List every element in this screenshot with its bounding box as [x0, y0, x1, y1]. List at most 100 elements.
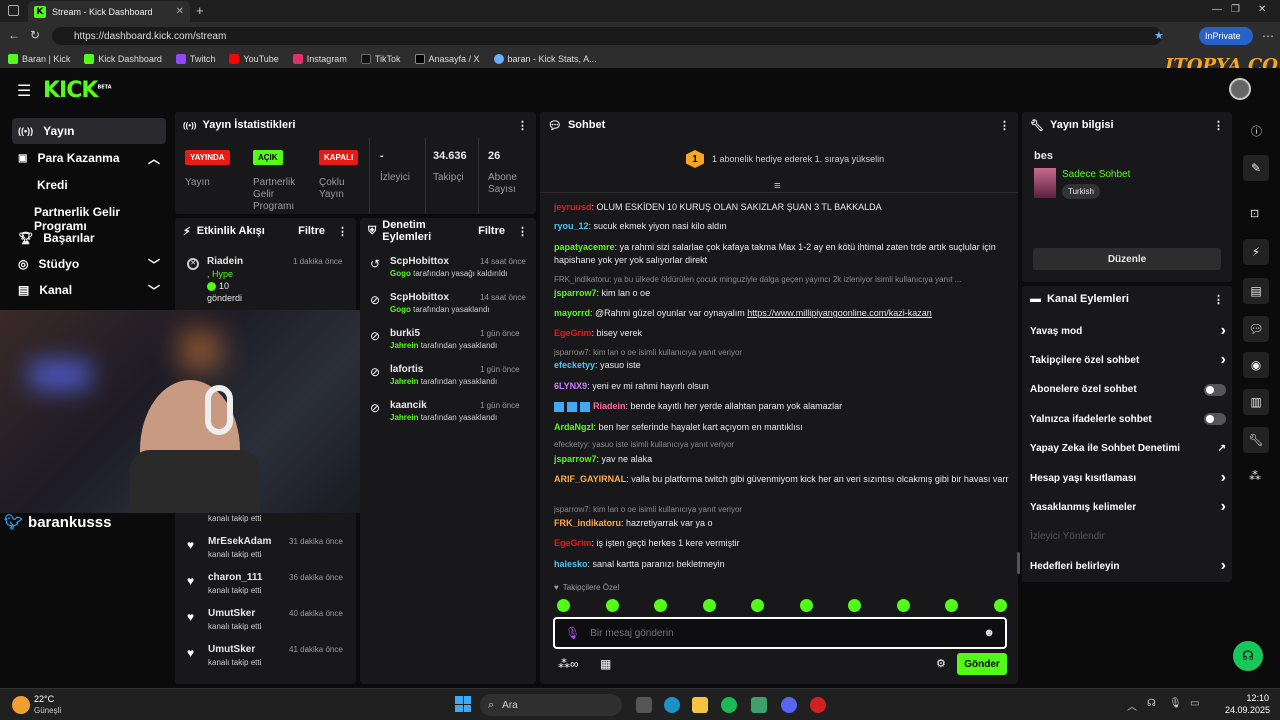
chat-username[interactable]: jsparrow7 — [554, 454, 597, 464]
moderated-user[interactable]: ScpHobittox — [390, 292, 449, 303]
more-menu-icon[interactable]: ⋯ — [1262, 29, 1274, 43]
tab-close-icon[interactable]: ✕ — [176, 6, 184, 17]
sidebar-item-yayin[interactable]: ((•)) Yayın — [12, 118, 166, 144]
bookmark-item[interactable]: Kick Dashboard — [84, 54, 162, 64]
emoji-icon[interactable]: ☻ — [983, 627, 995, 639]
chat-username[interactable]: jsparrow7 — [554, 288, 597, 298]
microphone-icon[interactable]: 🎙︎ — [565, 626, 580, 640]
channel-action-item[interactable]: Hesap yaşı kısıtlaması › — [1030, 468, 1226, 488]
chat-username[interactable]: halesko — [554, 559, 588, 569]
support-headset-icon[interactable]: ☊ — [1233, 641, 1263, 671]
windows-start-icon[interactable] — [455, 696, 471, 712]
gift-leaderboard-banner[interactable]: 1 1 abonelik hediye ederek 1. sıraya yük… — [686, 150, 884, 168]
headset-icon[interactable]: ☊ — [1147, 698, 1156, 709]
file-explorer-icon[interactable] — [692, 697, 708, 713]
bookmark-item[interactable]: YouTube — [229, 54, 279, 64]
emote-icon[interactable] — [557, 599, 570, 612]
close-window-icon[interactable]: ✕ — [1258, 4, 1266, 15]
kicks-infinity-icon[interactable]: ⁂∞ — [558, 657, 579, 671]
new-tab-icon[interactable]: + — [196, 3, 204, 18]
app-icon[interactable] — [810, 697, 826, 713]
filter-button[interactable]: Filtre — [478, 225, 505, 238]
emote-icon[interactable] — [799, 599, 813, 612]
chat-username[interactable]: Riadein — [593, 401, 626, 411]
info-icon[interactable]: ⓘ — [1251, 123, 1262, 139]
bookmark-item[interactable]: TikTok — [360, 54, 401, 64]
chat-username[interactable]: FRK_indikatoru — [554, 518, 621, 528]
minimize-icon[interactable]: — — [1212, 4, 1222, 15]
chat-input[interactable] — [590, 627, 974, 639]
settings-gear-icon[interactable]: ⚙ — [936, 657, 946, 670]
send-button[interactable]: Gönder — [957, 653, 1007, 675]
emote-icon[interactable] — [751, 599, 764, 612]
moderator-name[interactable]: Jahrein — [390, 413, 418, 422]
category-link[interactable]: Sadece Sohbet — [1062, 169, 1130, 180]
chat-username[interactable]: jeyruusd — [554, 202, 592, 212]
url-field[interactable]: https://dashboard.kick.com/stream — [52, 27, 1162, 45]
channel-action-item[interactable]: Abonelere özel sohbet — [1030, 380, 1226, 400]
weather-temp[interactable]: 22°C — [34, 694, 54, 704]
activity-user[interactable]: UmutSker — [208, 644, 255, 655]
sidebar-item-kredi[interactable]: Kredi — [37, 178, 68, 192]
kebab-menu-icon[interactable]: ⋮ — [999, 119, 1010, 132]
activity-user[interactable]: Riadein — [207, 256, 243, 267]
layers-icon[interactable]: ▥ — [1243, 389, 1269, 415]
tab-actions-icon[interactable] — [8, 5, 19, 16]
mic-icon[interactable]: 🎙︎ — [1169, 698, 1182, 709]
channel-action-item[interactable]: Hedefleri belirleyin › — [1030, 556, 1226, 576]
bookmark-item[interactable]: Baran | Kick — [8, 54, 70, 64]
inprivate-badge[interactable]: InPrivate — [1199, 27, 1253, 45]
task-view-icon[interactable] — [636, 697, 652, 713]
screen-capture-icon[interactable]: ⊡ — [1250, 207, 1259, 220]
back-icon[interactable]: ← — [8, 28, 20, 42]
taskbar-search[interactable]: ⌕ Ara — [480, 694, 622, 716]
kebab-menu-icon[interactable]: ⋮ — [1213, 293, 1224, 306]
chat-bubble-icon[interactable]: 💬︎ — [1243, 316, 1269, 342]
bookmark-item[interactable]: Anasayfa / X — [414, 54, 480, 64]
channel-action-item[interactable]: Yavaş mod › — [1030, 321, 1226, 341]
chat-username[interactable]: mayorrd — [554, 308, 590, 318]
broadcast-icon[interactable]: ◉ — [1243, 352, 1269, 378]
moderated-user[interactable]: burki5 — [390, 328, 420, 339]
moderated-user[interactable]: kaancik — [390, 400, 427, 411]
kebab-menu-icon[interactable]: ⋮ — [517, 119, 528, 132]
channel-action-item[interactable]: Yapay Zeka ile Sohbet Denetimi ↗ — [1030, 439, 1226, 459]
chat-scrollbar[interactable] — [1017, 552, 1020, 574]
sidebar-item-basarilar[interactable]: 🏆︎ Başarılar — [12, 225, 166, 251]
sidebar-item-studyo[interactable]: ◎ Stüdyo ﹀ — [12, 251, 166, 277]
display-icon[interactable]: ▭ — [1190, 698, 1199, 709]
chat-username[interactable]: ARIF_GAYIRNAL — [554, 474, 626, 484]
moderator-name[interactable]: Gogo — [390, 305, 411, 314]
moderator-name[interactable]: Gogo — [390, 269, 411, 278]
lightning-icon[interactable]: ⚡︎ — [1243, 239, 1269, 265]
favorite-star-icon[interactable]: ★ — [1154, 29, 1164, 42]
chat-username[interactable]: EgeGrim — [554, 538, 592, 548]
chat-link[interactable]: https://www.millipiyangoonline.com/kazi-… — [747, 308, 932, 318]
sidebar-item-para-kazanma[interactable]: ▣ Para Kazanma ︿ — [12, 145, 166, 171]
kick-logo[interactable]: KICKBETA — [43, 78, 112, 103]
chat-username[interactable]: papatyacemre — [554, 242, 615, 252]
hamburger-menu-icon[interactable]: ☰ — [17, 81, 31, 101]
clock-time[interactable]: 12:10 — [1229, 693, 1269, 703]
chat-username[interactable]: efecketyy — [554, 360, 595, 370]
toggle-switch[interactable] — [1204, 413, 1226, 426]
pinned-toggle-icon[interactable]: ≡ — [774, 180, 780, 192]
moderator-name[interactable]: Jahrein — [390, 341, 418, 350]
channel-action-item[interactable]: Yalnızca ifadelerle sohbet — [1030, 409, 1226, 429]
toggle-switch[interactable] — [1204, 383, 1226, 396]
emote-icon[interactable] — [605, 599, 619, 612]
maximize-icon[interactable]: ❐ — [1231, 4, 1240, 15]
activity-user[interactable]: charon_111 — [208, 572, 262, 583]
channel-action-item[interactable]: Takipçilere özel sohbet › — [1030, 350, 1226, 370]
chat-username[interactable]: 6LYNX9 — [554, 381, 587, 391]
emote-icon[interactable] — [702, 599, 716, 612]
chat-input-box[interactable]: 🎙︎ ☻ — [553, 617, 1007, 649]
emote-icon[interactable] — [993, 599, 1007, 612]
moderated-user[interactable]: ScpHobittox — [390, 256, 449, 267]
emote-icon[interactable] — [945, 599, 958, 612]
edge-icon[interactable] — [664, 697, 680, 713]
channel-action-item[interactable]: Yasaklanmış kelimeler › — [1030, 497, 1226, 517]
moderated-user[interactable]: lafortis — [390, 364, 423, 375]
refresh-icon[interactable]: ↻ — [30, 28, 40, 42]
chat-username[interactable]: ryou_12 — [554, 221, 589, 231]
